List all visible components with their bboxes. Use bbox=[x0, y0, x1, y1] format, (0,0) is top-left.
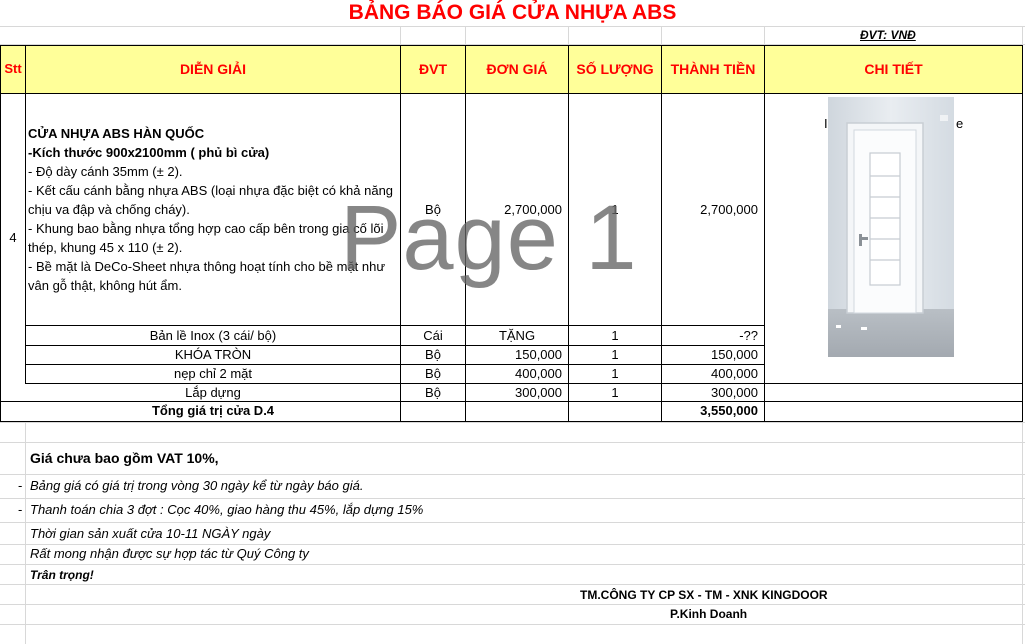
sub-item-name: Bản lề Inox (3 cái/ bộ) bbox=[149, 328, 277, 343]
sub-item-name: nẹp chỉ 2 mặt bbox=[173, 366, 253, 381]
description-line: - Độ dày cánh 35mm (± 2). bbox=[28, 164, 183, 179]
main-item-unit-price: 2,700,000 bbox=[504, 202, 562, 217]
header-unit: ĐVT bbox=[419, 61, 447, 77]
sub-item-unit: Bộ bbox=[425, 347, 441, 362]
company-name: TM.CÔNG TY CP SX - TM - XNK KINGDOOR bbox=[580, 588, 828, 602]
main-item-quantity: 1 bbox=[611, 202, 619, 217]
header-amount: THÀNH TIỀN bbox=[670, 61, 756, 77]
sub-item-amount: 400,000 bbox=[711, 366, 758, 381]
page-title: BẢNG BÁO GIÁ CỬA NHỰA ABS bbox=[348, 1, 677, 24]
cooperation-note: Rất mong nhận được sự hợp tác từ Quý Côn… bbox=[30, 546, 309, 561]
sub-item-name: KHÓA TRÒN bbox=[174, 347, 252, 362]
main-item-description: CỬA NHỰA ABS HÀN QUỐC -Kích thước 900x21… bbox=[28, 124, 398, 295]
sub-item-name: Lắp dựng bbox=[185, 385, 241, 400]
payment-dash: - bbox=[18, 502, 23, 517]
sub-item-unit: Bộ bbox=[425, 366, 441, 381]
description-line: - Kết cấu cánh bằng nhựa ABS (loại nhựa … bbox=[28, 183, 394, 217]
main-item-stt: 4 bbox=[9, 230, 17, 245]
validity-dash: - bbox=[18, 478, 23, 493]
sub-item-unit-price: TẶNG bbox=[498, 328, 536, 343]
sub-item-quantity: 1 bbox=[611, 347, 619, 362]
header-quantity: SỐ LƯỢNG bbox=[576, 61, 654, 77]
department-name: P.Kinh Doanh bbox=[670, 607, 748, 621]
total-amount: 3,550,000 bbox=[700, 403, 758, 418]
header-unit-price: ĐƠN GIÁ bbox=[486, 61, 548, 77]
main-item-unit: Bộ bbox=[425, 202, 441, 217]
sub-item-unit: Bộ bbox=[425, 385, 441, 400]
header-stt: Stt bbox=[4, 61, 22, 76]
door-product-image bbox=[828, 97, 954, 357]
sub-item-quantity: 1 bbox=[611, 328, 619, 343]
sub-item-amount: 300,000 bbox=[711, 385, 758, 400]
currency-unit-note: ĐVT: VNĐ bbox=[860, 28, 916, 42]
sub-item-unit: Cái bbox=[423, 328, 443, 343]
regards-note: Trân trọng! bbox=[30, 568, 94, 582]
sub-item-unit-price: 400,000 bbox=[515, 366, 562, 381]
sub-item-unit-price: 150,000 bbox=[515, 347, 562, 362]
sub-item-amount: -?? bbox=[739, 328, 758, 343]
vat-note: Giá chưa bao gồm VAT 10%, bbox=[30, 450, 219, 466]
production-note: Thời gian sản xuất cửa 10-11 NGÀY ngày bbox=[30, 526, 271, 541]
payment-note: Thanh toán chia 3 đợt : Cọc 40%, giao hà… bbox=[30, 502, 424, 517]
description-line: -Kích thước 900x2100mm ( phủ bì cửa) bbox=[28, 145, 270, 160]
sub-item-quantity: 1 bbox=[611, 385, 619, 400]
header-detail: CHI TIẾT bbox=[864, 61, 923, 77]
total-label: Tổng giá trị cửa D.4 bbox=[151, 403, 275, 418]
header-description: DIỄN GIẢI bbox=[179, 61, 247, 77]
description-line: - Bề mặt là DeCo-Sheet nhựa thông hoạt t… bbox=[28, 259, 386, 293]
description-line: - Khung bao bằng nhựa tổng hợp cao cấp b… bbox=[28, 221, 384, 255]
sub-item-quantity: 1 bbox=[611, 366, 619, 381]
sub-item-unit-price: 300,000 bbox=[515, 385, 562, 400]
main-item-amount: 2,700,000 bbox=[700, 202, 758, 217]
detail-caption-right: e bbox=[956, 116, 964, 131]
validity-note: Bảng giá có giá trị trong vòng 30 ngày k… bbox=[30, 478, 364, 493]
description-line: CỬA NHỰA ABS HÀN QUỐC bbox=[28, 126, 205, 141]
sub-item-amount: 150,000 bbox=[711, 347, 758, 362]
